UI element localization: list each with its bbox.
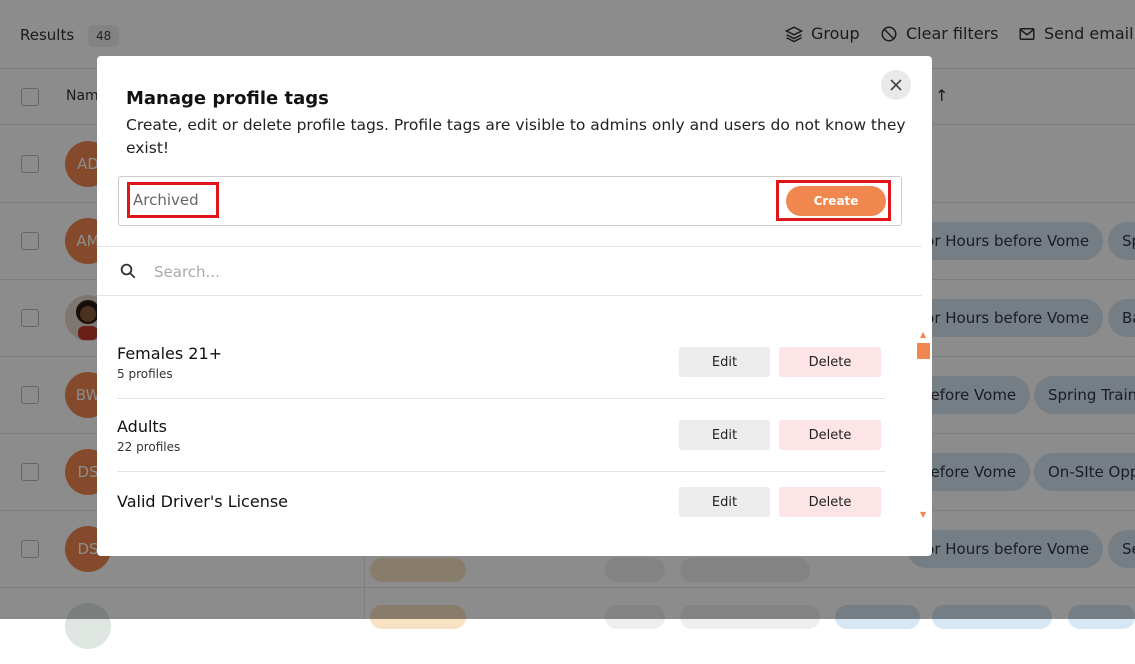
divider (97, 295, 922, 296)
close-button[interactable] (881, 70, 911, 100)
divider (97, 246, 922, 247)
delete-button[interactable]: Delete (779, 420, 881, 450)
search-icon (120, 263, 136, 279)
search-input[interactable] (152, 259, 756, 285)
new-tag-input[interactable] (127, 182, 219, 218)
edit-button[interactable]: Edit (679, 487, 770, 517)
edit-button[interactable]: Edit (679, 420, 770, 450)
delete-button[interactable]: Delete (779, 347, 881, 377)
tag-name: Females 21+ (117, 344, 223, 363)
manage-profile-tags-dialog: Manage profile tags Create, edit or dele… (97, 56, 932, 556)
list-item: Females 21+ 5 profiles Edit Delete (117, 326, 885, 399)
dialog-description: Create, edit or delete profile tags. Pro… (126, 116, 906, 157)
dialog-title: Manage profile tags (126, 88, 329, 109)
tag-list[interactable]: Females 21+ 5 profiles Edit Delete Adult… (97, 326, 917, 526)
delete-button[interactable]: Delete (779, 487, 881, 517)
edit-button[interactable]: Edit (679, 347, 770, 377)
list-item: Valid Driver's License Edit Delete (117, 472, 885, 544)
new-tag-field: Create (118, 176, 902, 226)
list-item: Adults 22 profiles Edit Delete (117, 399, 885, 472)
scroll-up-arrow-icon[interactable]: ▲ (920, 330, 926, 339)
tag-profile-count: 22 profiles (117, 440, 181, 454)
close-icon (890, 79, 902, 91)
scrollbar-thumb[interactable] (917, 343, 930, 359)
create-button[interactable]: Create (786, 186, 886, 216)
tag-name: Valid Driver's License (117, 492, 289, 511)
tag-name: Adults (117, 417, 168, 436)
scroll-down-arrow-icon[interactable]: ▼ (920, 510, 926, 519)
tag-profile-count: 5 profiles (117, 367, 173, 381)
